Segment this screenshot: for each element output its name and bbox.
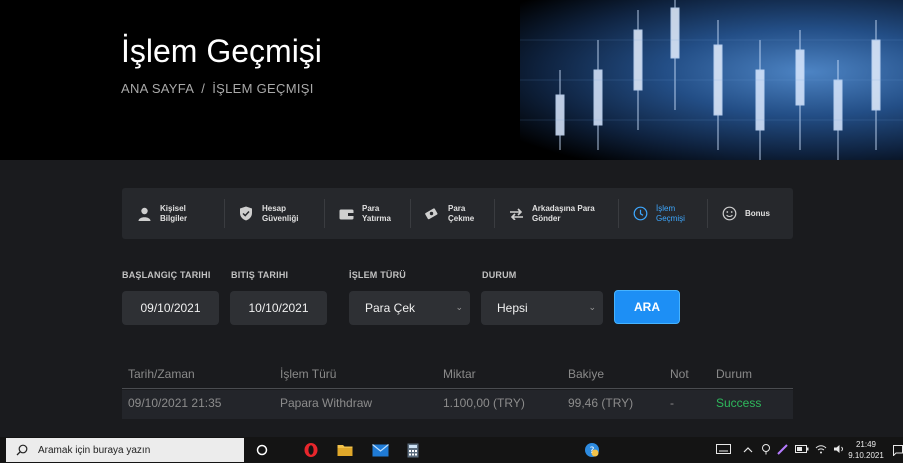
- chevron-down-icon: ⌄: [588, 302, 596, 312]
- cell-note: -: [670, 396, 674, 410]
- opera-browser-icon[interactable]: [302, 441, 320, 459]
- wifi-icon[interactable]: [815, 444, 827, 456]
- calculator-icon[interactable]: [405, 441, 421, 459]
- column-header-amount: Miktar: [443, 367, 476, 381]
- tab-bonus-label: Bonus: [745, 208, 770, 218]
- column-header-status: Durum: [716, 367, 753, 381]
- chevron-up-icon[interactable]: [743, 445, 753, 455]
- status-select[interactable]: Hepsi ⌄: [481, 291, 603, 325]
- svg-text:?: ?: [590, 446, 595, 456]
- start-date-input[interactable]: 09/10/2021: [122, 291, 219, 325]
- cell-status: Success: [716, 396, 762, 410]
- task-view-icon[interactable]: [255, 441, 269, 459]
- keyboard-icon[interactable]: [716, 444, 731, 456]
- tab-personal-info[interactable]: Kişisel Bilgiler: [122, 188, 224, 239]
- shield-icon: [238, 206, 254, 222]
- end-date-label: BITIŞ TARIHI: [231, 270, 289, 280]
- cell-type: Papara Withdraw: [280, 396, 373, 410]
- tab-withdraw[interactable]: Para Çekme: [410, 188, 494, 239]
- breadcrumb: ANA SAYFA / İŞLEM GEÇMIŞI: [121, 81, 314, 96]
- hero-banner: İşlem Geçmişi ANA SAYFA / İŞLEM GEÇMIŞI: [0, 0, 903, 160]
- tab-personal-info-label: Kişisel Bilgiler: [160, 203, 188, 223]
- tab-transaction-history-label: İşlem Geçmişi: [656, 203, 685, 223]
- transfer-icon: [508, 206, 524, 222]
- volume-icon[interactable]: [833, 444, 845, 456]
- file-explorer-icon[interactable]: [336, 441, 354, 459]
- search-icon: [16, 444, 28, 456]
- tab-send-to-friend-label: Arkadaşına Para Gönder: [532, 203, 595, 223]
- history-icon: [632, 206, 648, 222]
- pen-icon[interactable]: [777, 443, 789, 457]
- column-header-date: Tarih/Zaman: [128, 367, 195, 381]
- page: İşlem Geçmişi ANA SAYFA / İŞLEM GEÇMIŞI Ki…: [0, 0, 903, 463]
- clock-date: 9.10.2021: [848, 451, 884, 460]
- tab-send-to-friend[interactable]: Arkadaşına Para Gönder: [494, 188, 618, 239]
- location-icon[interactable]: [761, 443, 771, 457]
- breadcrumb-separator: /: [201, 81, 206, 96]
- tab-account-security[interactable]: Hesap Güvenliği: [224, 188, 324, 239]
- cell-date: 09/10/2021 21:35: [128, 396, 222, 410]
- status-label: DURUM: [482, 270, 517, 280]
- column-header-balance: Bakiye: [568, 367, 605, 381]
- table-header: Tarih/Zaman İşlem Türü Miktar Bakiye Not…: [122, 362, 793, 389]
- taskbar-search-box[interactable]: Aramak için buraya yazın: [6, 438, 244, 462]
- cell-amount: 1.100,00 (TRY): [443, 396, 525, 410]
- breadcrumb-current: İŞLEM GEÇMIŞI: [212, 81, 314, 96]
- page-title: İşlem Geçmişi: [121, 33, 322, 69]
- cash-icon: [424, 206, 440, 222]
- start-date-label: BAŞLANGIÇ TARIHI: [122, 270, 211, 280]
- notification-icon[interactable]: [892, 441, 903, 459]
- tab-account-security-label: Hesap Güvenliği: [262, 203, 299, 223]
- system-tray: [716, 437, 845, 463]
- status-value: Hepsi: [497, 301, 528, 315]
- table-row: 09/10/2021 21:35 Papara Withdraw 1.100,0…: [122, 390, 793, 419]
- taskbar-clock[interactable]: 21:49 9.10.2021: [848, 439, 884, 461]
- clock-time: 21:49: [855, 440, 877, 449]
- wallet-icon: [338, 206, 354, 222]
- windows-taskbar: Aramak için buraya yazın ? 21:49 9.10.20…: [0, 437, 903, 463]
- tab-deposit[interactable]: Para Yatırma: [324, 188, 410, 239]
- transaction-type-select[interactable]: Para Çek ⌄: [349, 291, 470, 325]
- user-icon: [136, 206, 152, 222]
- mail-icon[interactable]: [370, 441, 390, 459]
- hero-chart-image: [520, 0, 903, 160]
- tab-bonus[interactable]: Bonus: [707, 188, 793, 239]
- end-date-input[interactable]: 10/10/2021: [230, 291, 327, 325]
- account-tab-bar: Kişisel Bilgiler Hesap Güvenliği Para Ya…: [122, 188, 793, 239]
- transaction-type-value: Para Çek: [365, 301, 416, 315]
- tab-transaction-history[interactable]: İşlem Geçmişi: [618, 188, 707, 239]
- column-header-note: Not: [670, 367, 689, 381]
- tab-withdraw-label: Para Çekme: [448, 203, 475, 223]
- chevron-down-icon: ⌄: [455, 302, 463, 312]
- column-header-type: İşlem Türü: [280, 367, 337, 381]
- taskbar-search-placeholder: Aramak için buraya yazın: [38, 444, 151, 456]
- cell-balance: 99,46 (TRY): [568, 396, 634, 410]
- tab-deposit-label: Para Yatırma: [362, 203, 391, 223]
- breadcrumb-home-link[interactable]: ANA SAYFA: [121, 81, 194, 96]
- help-icon[interactable]: ?: [582, 441, 602, 459]
- search-button[interactable]: ARA: [614, 290, 680, 324]
- battery-icon[interactable]: [795, 444, 809, 456]
- smiley-icon: [721, 206, 737, 222]
- transaction-type-label: İŞLEM TÜRÜ: [349, 270, 406, 280]
